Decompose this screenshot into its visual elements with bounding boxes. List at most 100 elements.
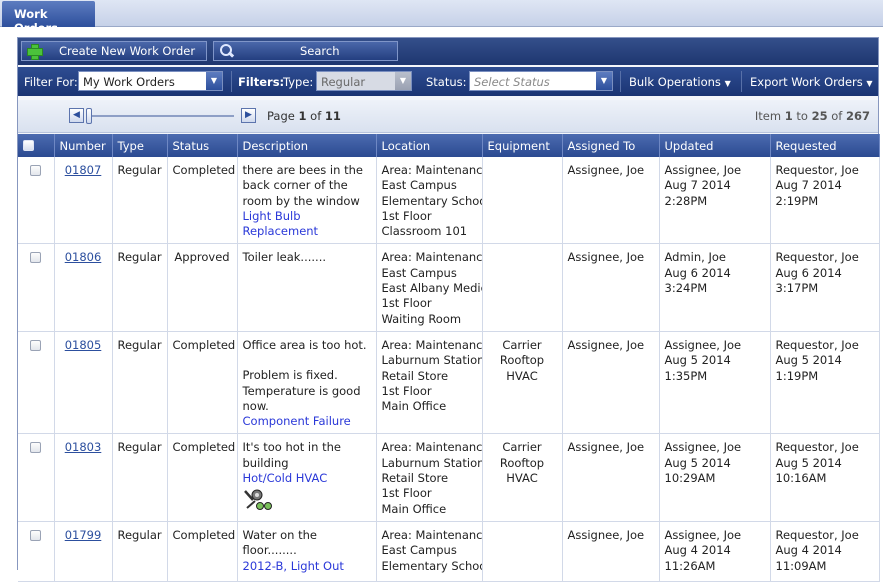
location-line: Retail Store <box>381 368 449 383</box>
bulk-operations-label: Bulk Operations <box>629 75 721 89</box>
updated-by: Admin, Joe <box>664 250 726 265</box>
status-cell: Completed <box>167 331 238 435</box>
work-order-number-link[interactable]: 01806 <box>65 250 102 264</box>
category-text: 2012-B, Light Out <box>242 558 344 573</box>
item-total: 267 <box>845 109 870 123</box>
filter-for-value: My Work Orders <box>83 75 175 89</box>
updated-by: Assignee, Joe <box>664 440 742 455</box>
create-work-order-button[interactable]: Create New Work Order <box>21 41 207 61</box>
location-line: Elementary School <box>381 193 482 208</box>
location-line: Laburnum Station <box>381 455 482 470</box>
row-select-cell <box>18 243 55 332</box>
item-text: Item <box>754 109 782 123</box>
tab-work-orders[interactable]: Work Orders <box>2 1 95 35</box>
chevron-down-icon: ▼ <box>206 72 222 90</box>
location-line: Classroom 101 <box>381 224 468 239</box>
caret-down-icon: ▼ <box>724 79 731 88</box>
location-line: Elementary School <box>381 558 482 573</box>
select-all-checkbox[interactable] <box>23 139 34 151</box>
requested-time: 1:19PM <box>775 368 819 383</box>
prev-page-button[interactable]: ◀ <box>69 108 84 123</box>
number-cell: 01803 <box>54 433 113 522</box>
column-header-type[interactable]: Type <box>112 134 168 157</box>
location-cell: Area: Maintenance East Campus Elementary… <box>376 521 483 582</box>
location-line: Area: Maintenance <box>381 250 482 265</box>
row-checkbox[interactable] <box>30 252 42 264</box>
updated-time: 11:26AM <box>664 558 716 573</box>
number-cell: 01806 <box>54 243 113 332</box>
equipment-line: HVAC <box>506 368 538 383</box>
filter-for-select[interactable]: My Work Orders ▼ <box>78 71 223 91</box>
column-header-equipment[interactable]: Equipment <box>482 134 563 157</box>
column-header-location[interactable]: Location <box>376 134 483 157</box>
location-cell: Area: Maintenance Laburnum Station Retai… <box>376 433 483 522</box>
status-cell: Completed <box>167 157 238 245</box>
description-text: Problem is fixed. <box>242 368 338 383</box>
updated-date: Aug 4 2014 <box>664 543 731 558</box>
work-order-number-link[interactable]: 01807 <box>65 163 102 177</box>
location-line: Laburnum Station <box>381 353 482 368</box>
work-order-number-link[interactable]: 01799 <box>65 528 102 542</box>
equipment-cell: Carrier Rooftop HVAC <box>482 433 563 522</box>
bulk-operations-menu[interactable]: Bulk Operations ▼ <box>629 75 731 89</box>
requested-date: Aug 7 2014 <box>775 178 842 193</box>
column-header-status[interactable]: Status <box>167 134 238 157</box>
next-page-button[interactable]: ▶ <box>241 108 256 123</box>
item-range: Item 1 to 25 of 267 <box>755 109 870 123</box>
type-select[interactable]: Regular ▼ <box>316 71 412 91</box>
search-button[interactable]: Search <box>213 41 398 61</box>
work-order-number-link[interactable]: 01805 <box>65 338 102 352</box>
work-orders-panel: Create New Work Order Search Filter For:… <box>17 37 880 582</box>
assigned-to-cell: Assignee, Joe <box>562 331 660 435</box>
location-line: Area: Maintenance <box>381 163 482 177</box>
row-checkbox[interactable] <box>30 165 42 176</box>
page-slider-thumb[interactable] <box>86 108 92 124</box>
work-order-number-link[interactable]: 01803 <box>65 440 102 454</box>
location-line: Area: Maintenance <box>381 527 482 542</box>
page-slider-track[interactable] <box>86 115 234 117</box>
updated-time: 3:24PM <box>664 281 708 296</box>
location-line: East Albany Medical <box>381 281 482 296</box>
category-text: Light Bulb Replacement <box>242 208 319 239</box>
category-text: Component Failure <box>242 414 351 429</box>
column-header-updated[interactable]: Updated <box>659 134 771 157</box>
pager-bar: ◀ ▶ Page 1 of 11 Item 1 to 25 of 267 <box>18 100 878 133</box>
page-text: Page <box>267 109 295 123</box>
row-checkbox[interactable] <box>30 529 42 541</box>
requested-date: Aug 5 2014 <box>775 353 842 368</box>
column-header-number[interactable]: Number <box>54 134 113 157</box>
item-from: 1 <box>784 109 793 123</box>
table-row: 01806 Regular Approved Toiler leak......… <box>18 243 880 332</box>
column-header-description[interactable]: Description <box>237 134 377 157</box>
row-checkbox[interactable] <box>30 442 42 454</box>
location-line: Retail Store <box>381 471 449 486</box>
location-line: 1st Floor <box>381 486 432 501</box>
type-cell: Regular <box>112 157 168 245</box>
equipment-cell <box>482 157 563 245</box>
search-label: Search <box>300 44 340 58</box>
row-select-cell <box>18 331 55 435</box>
column-header-assigned-to[interactable]: Assigned To <box>562 134 660 157</box>
status-label: Status: <box>426 75 467 89</box>
requested-by: Requestor, Joe <box>775 527 859 542</box>
tools-icon[interactable] <box>243 488 275 512</box>
divider <box>231 71 232 92</box>
export-work-orders-menu[interactable]: Export Work Orders ▼ <box>750 75 873 89</box>
chevron-left-icon: ◀ <box>73 110 80 120</box>
row-checkbox[interactable] <box>30 339 42 351</box>
equipment-line: HVAC <box>506 471 538 486</box>
status-placeholder: Select Status <box>474 75 550 89</box>
column-header-requested[interactable]: Requested <box>770 134 880 157</box>
location-line: East Campus <box>381 543 457 558</box>
location-line: Main Office <box>381 399 447 414</box>
filter-for-label: Filter For: <box>24 75 78 89</box>
to-text: to <box>796 109 808 123</box>
requested-by: Requestor, Joe <box>775 250 859 265</box>
search-icon <box>220 44 234 58</box>
caret-down-icon: ▼ <box>866 79 873 88</box>
status-select[interactable]: Select Status ▼ <box>469 71 613 91</box>
page-current: 1 <box>298 109 307 123</box>
updated-cell: Assignee, Joe Aug 4 2014 11:26AM <box>659 521 771 582</box>
description-text: Temperature is good now. <box>242 383 361 413</box>
requested-cell: Requestor, Joe Aug 7 2014 2:19PM <box>770 157 880 245</box>
